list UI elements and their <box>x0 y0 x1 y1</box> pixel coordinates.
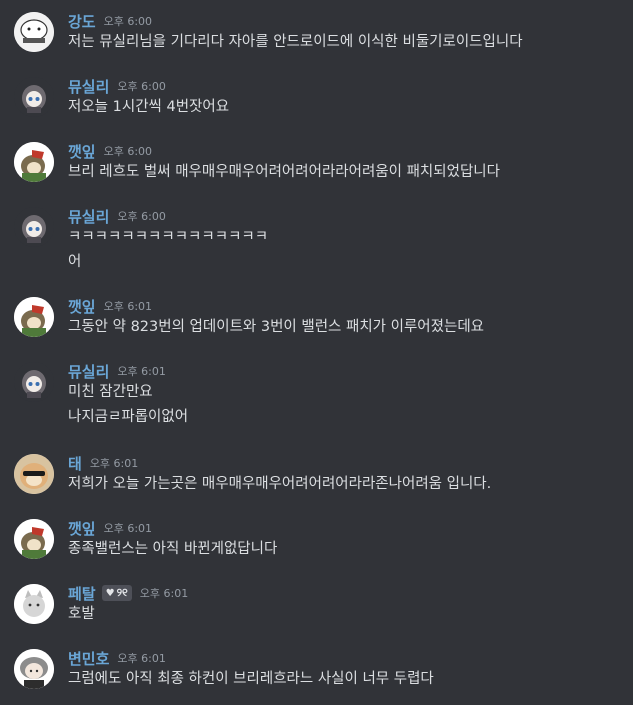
message-group: 페탈 ♥ ୨୧ 오후 6:01 호발 <box>0 576 633 638</box>
username[interactable]: 페탈 <box>68 583 96 604</box>
message-group: 태 오후 6:01 저희가 오늘 가는곳은 매우매우매우어려어려어라라존나어려움… <box>0 446 633 508</box>
timestamp: 오후 6:01 <box>89 457 139 470</box>
message-text: 어 <box>68 254 82 270</box>
username[interactable]: 변민호 <box>68 648 109 669</box>
message-group: 뮤실리 오후 6:00 저오늘 1시간씩 4번잣어요 <box>0 69 633 131</box>
timestamp: 오후 6:01 <box>103 300 153 313</box>
message-text: 호발 <box>68 606 95 622</box>
chat-messages: 강도 오후 6:00 저는 뮤실리님을 기다리다 자아를 안드로이드에 이식한 … <box>0 0 633 705</box>
username[interactable]: 뮤실리 <box>68 361 109 382</box>
message-text: 저는 뮤실리님을 기다리다 자아를 안드로이드에 이식한 비둘기로이드입니다 <box>68 34 523 50</box>
message-group: 변민호 오후 6:01 그럼에도 아직 최종 하컨이 브리레흐라느 사실이 너무… <box>0 641 633 703</box>
username[interactable]: 깻잎 <box>68 296 96 317</box>
timestamp: 오후 6:01 <box>117 652 166 665</box>
message-header: 페탈 ♥ ୨୧ 오후 6:01 <box>68 582 188 604</box>
message-text: 나지금ㄹ파롭이없어 <box>68 409 189 425</box>
timestamp: 오후 6:01 <box>117 365 166 378</box>
avatar[interactable] <box>14 12 54 52</box>
timestamp: 오후 6:00 <box>103 15 153 28</box>
message-text: 그동안 약 823번의 업데이트와 3번이 밸런스 패치가 이루어졌는데요 <box>68 319 485 335</box>
avatar[interactable] <box>14 142 54 182</box>
message-text: 저오늘 1시간씩 4번잣어요 <box>68 99 230 115</box>
message-text: ㅋㅋㅋㅋㅋㅋㅋㅋㅋㅋㅋㅋㅋㅋㅋ <box>68 229 269 245</box>
message-group: 깻잎 오후 6:01 그동안 약 823번의 업데이트와 3번이 밸런스 패치가… <box>0 289 633 351</box>
message-group: 강도 오후 6:00 저는 뮤실리님을 기다리다 자아를 안드로이드에 이식한 … <box>0 4 633 66</box>
message-header: 변민호 오후 6:01 <box>68 647 166 669</box>
avatar[interactable] <box>14 362 54 402</box>
avatar[interactable] <box>14 649 54 689</box>
message-header: 깻잎 오후 6:00 <box>68 140 152 162</box>
heart-icon: ♥ <box>105 587 115 599</box>
message-group: 깻잎 오후 6:00 브리 레흐도 벌써 매우매우매우어려어려어라라어려움이 패… <box>0 134 633 196</box>
badge-label: ୨୧ <box>116 586 128 599</box>
avatar[interactable] <box>14 297 54 337</box>
message-text: 종족밸런스는 아직 바뀐게없답니다 <box>68 541 278 557</box>
message-text: 미친 잠간만요 <box>68 384 153 400</box>
username[interactable]: 강도 <box>68 11 96 32</box>
user-badge[interactable]: ♥ ୨୧ <box>101 585 132 601</box>
timestamp: 오후 6:01 <box>103 522 153 535</box>
avatar[interactable] <box>14 454 54 494</box>
message-header: 태 오후 6:01 <box>68 452 138 474</box>
avatar[interactable] <box>14 77 54 117</box>
username[interactable]: 깻잎 <box>68 141 96 162</box>
message-group: 뮤실리 오후 6:01 미친 잠간만요 나지금ㄹ파롭이없어 <box>0 354 633 436</box>
avatar[interactable] <box>14 207 54 247</box>
username[interactable]: 뮤실리 <box>68 206 109 227</box>
message-text: 저희가 오늘 가는곳은 매우매우매우어려어려어라라존나어려움 입니다. <box>68 476 492 492</box>
message-header: 강도 오후 6:00 <box>68 10 152 32</box>
message-text: 그럼에도 아직 최종 하컨이 브리레흐라느 사실이 너무 두렵다 <box>68 671 434 687</box>
avatar[interactable] <box>14 519 54 559</box>
timestamp: 오후 6:00 <box>103 145 153 158</box>
message-header: 깻잎 오후 6:01 <box>68 517 152 539</box>
timestamp: 오후 6:01 <box>139 587 189 600</box>
message-header: 뮤실리 오후 6:00 <box>68 75 166 97</box>
username[interactable]: 태 <box>68 453 82 474</box>
message-header: 깻잎 오후 6:01 <box>68 295 152 317</box>
username[interactable]: 뮤실리 <box>68 76 109 97</box>
username[interactable]: 깻잎 <box>68 518 96 539</box>
message-group: 깻잎 오후 6:01 종족밸런스는 아직 바뀐게없답니다 <box>0 511 633 573</box>
timestamp: 오후 6:00 <box>117 80 166 93</box>
avatar[interactable] <box>14 584 54 624</box>
message-group: 뮤실리 오후 6:00 ㅋㅋㅋㅋㅋㅋㅋㅋㅋㅋㅋㅋㅋㅋㅋ 어 <box>0 199 633 281</box>
timestamp: 오후 6:00 <box>117 210 166 223</box>
message-header: 뮤실리 오후 6:00 <box>68 205 166 227</box>
message-text: 브리 레흐도 벌써 매우매우매우어려어려어라라어려움이 패치되었답니다 <box>68 164 500 180</box>
message-header: 뮤실리 오후 6:01 <box>68 360 166 382</box>
